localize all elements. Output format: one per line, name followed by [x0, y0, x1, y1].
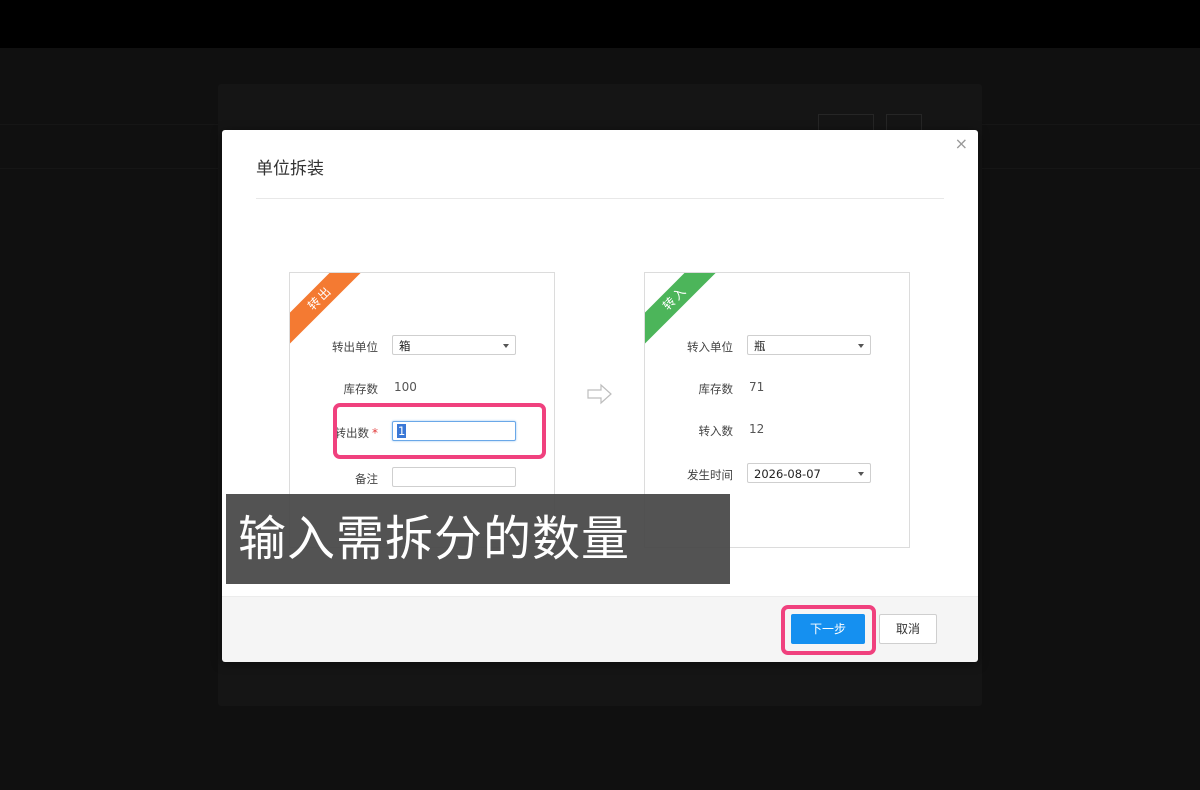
- chevron-down-icon: [503, 344, 509, 348]
- cancel-button[interactable]: 取消: [879, 614, 937, 644]
- in-unit-label: 转入单位: [687, 340, 733, 354]
- out-unit-select[interactable]: 箱: [392, 335, 516, 355]
- out-stock-label: 库存数: [343, 382, 379, 396]
- out-stock-value: 100: [394, 380, 417, 394]
- out-unit-label: 转出单位: [332, 340, 378, 354]
- date-picker[interactable]: 2026-08-07: [747, 463, 871, 483]
- qty-highlight-box: [333, 403, 546, 459]
- remark-label: 备注: [355, 472, 378, 486]
- in-qty-value: 12: [749, 422, 765, 436]
- arrow-right-icon: [587, 383, 612, 405]
- in-unit-select[interactable]: 瓶: [747, 335, 871, 355]
- transfer-in-ribbon: 转入: [645, 273, 726, 349]
- date-label: 发生时间: [687, 468, 733, 482]
- remark-input[interactable]: [392, 467, 516, 487]
- transfer-out-ribbon: 转出: [290, 273, 371, 349]
- app-top-bar: [0, 0, 1200, 48]
- title-divider: [256, 198, 944, 199]
- chevron-down-icon: [858, 344, 864, 348]
- chevron-down-icon: [858, 472, 864, 476]
- date-value: 2026-08-07: [754, 467, 821, 481]
- in-qty-label: 转入数: [698, 424, 734, 438]
- next-highlight-box: [781, 605, 876, 655]
- in-stock-value: 71: [749, 380, 765, 394]
- in-stock-label: 库存数: [698, 382, 734, 396]
- dialog-title: 单位拆装: [256, 159, 324, 179]
- close-icon[interactable]: ×: [955, 134, 968, 154]
- tutorial-caption: 输入需拆分的数量: [226, 494, 730, 584]
- in-unit-value: 瓶: [754, 339, 766, 353]
- out-unit-value: 箱: [399, 339, 411, 353]
